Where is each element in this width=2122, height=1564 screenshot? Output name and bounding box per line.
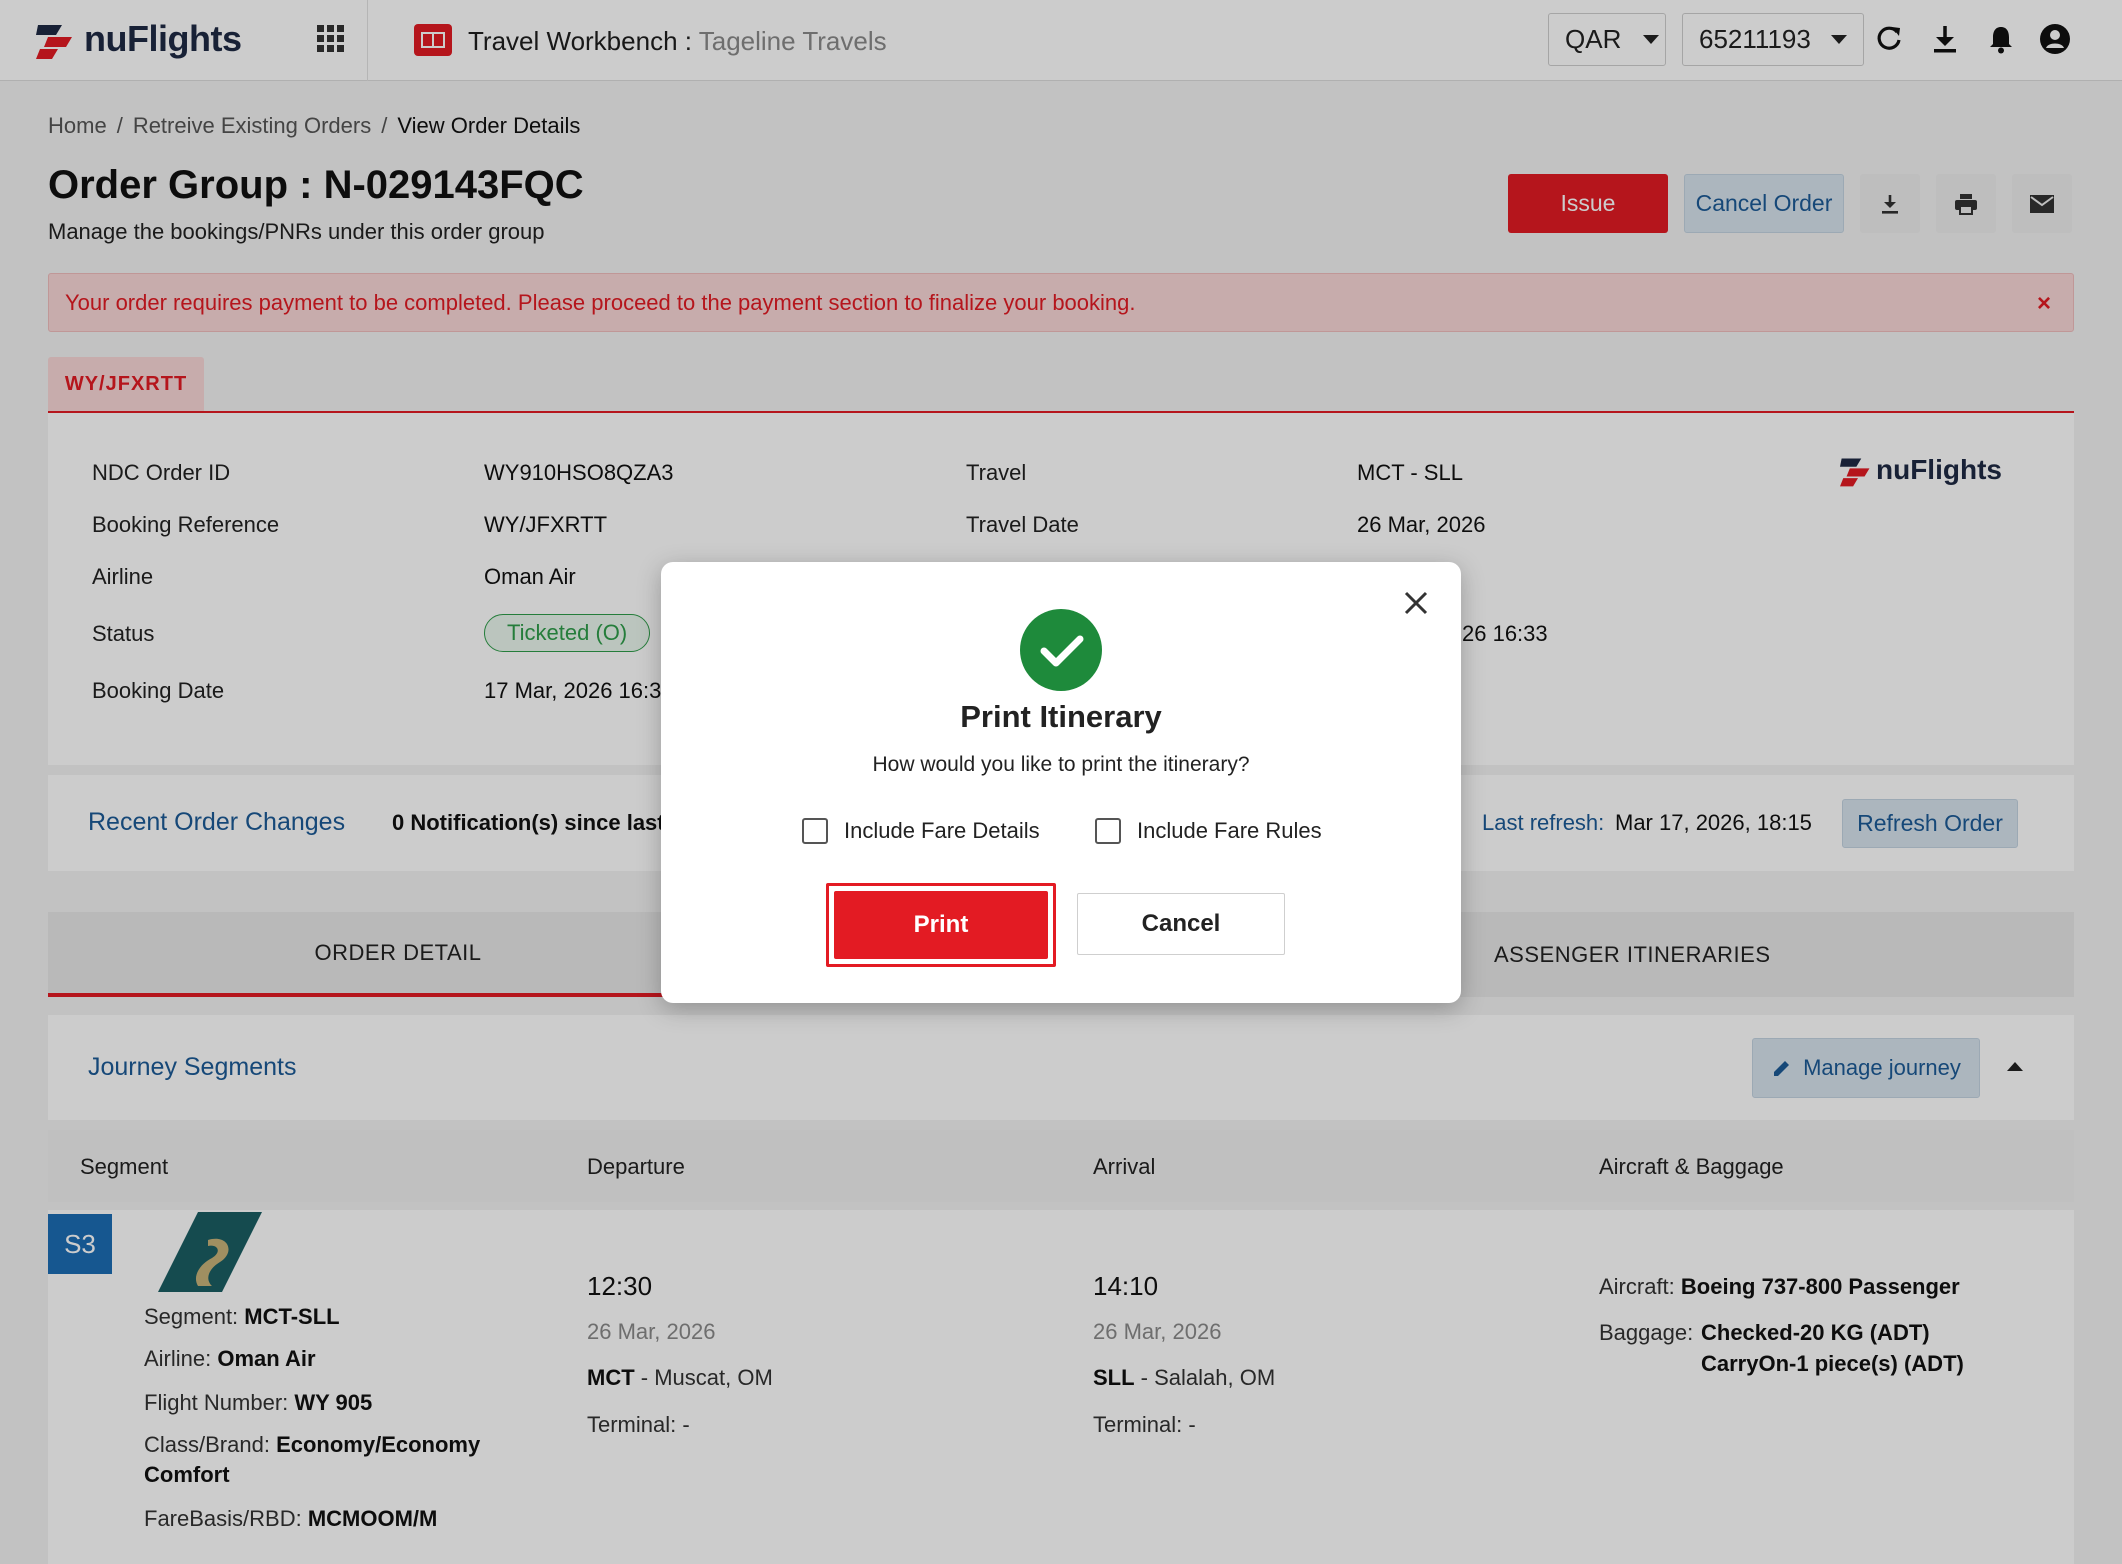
include-fare-rules-checkbox[interactable]: Include Fare Rules xyxy=(1095,818,1322,844)
include-fare-details-label: Include Fare Details xyxy=(844,818,1040,843)
success-check-icon xyxy=(1020,609,1102,691)
include-fare-rules-label: Include Fare Rules xyxy=(1137,818,1322,843)
checkbox-box[interactable] xyxy=(1095,818,1121,844)
print-confirm-button[interactable]: Print xyxy=(834,891,1048,959)
print-button-highlight: Print xyxy=(826,883,1056,967)
dialog-question: How would you like to print the itinerar… xyxy=(872,753,1250,776)
page: nuFlights Travel Workbench : Tageline Tr… xyxy=(0,0,2122,1564)
dialog-cancel-button[interactable]: Cancel xyxy=(1077,893,1285,955)
dialog-title: Print Itinerary xyxy=(960,699,1162,734)
print-itinerary-dialog: Print Itinerary How would you like to pr… xyxy=(661,562,1461,1003)
close-icon[interactable] xyxy=(1401,588,1431,618)
include-fare-details-checkbox[interactable]: Include Fare Details xyxy=(802,818,1040,844)
checkbox-box[interactable] xyxy=(802,818,828,844)
